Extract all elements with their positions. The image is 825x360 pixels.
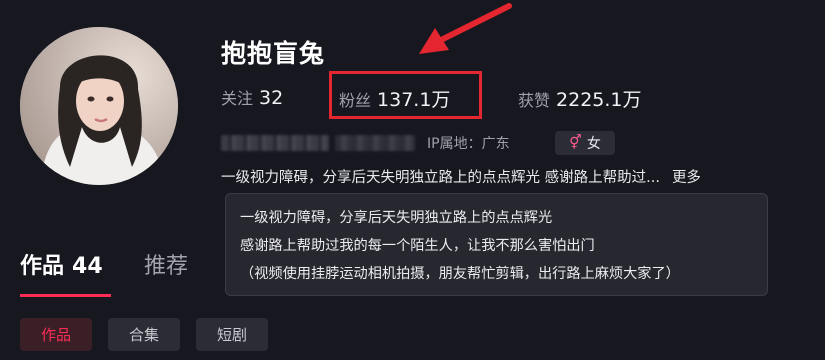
avatar[interactable]: [20, 27, 178, 185]
female-symbol-icon: ⚥: [569, 135, 582, 151]
filter-chip-short-dramas[interactable]: 短剧: [196, 318, 268, 351]
tab-recommend[interactable]: 推荐: [144, 248, 188, 280]
likes-stat: 获赞 2225.1万: [518, 85, 642, 112]
followers-highlight-box: [329, 71, 482, 119]
blurred-info: [335, 135, 415, 151]
following-label: 关注: [221, 89, 254, 108]
gender-badge: ⚥ 女: [555, 131, 615, 155]
following-count: 32: [259, 87, 284, 109]
bio-preview: 一级视力障碍，分享后天失明独立路上的点点辉光 感谢路上帮助过... 更多: [221, 166, 701, 187]
bio-text: 一级视力障碍，分享后天失明独立路上的点点辉光 感谢路上帮助过...: [221, 170, 660, 186]
following-stat[interactable]: 关注 32: [221, 85, 283, 109]
blurred-account-id: [221, 135, 329, 151]
likes-count: 2225.1万: [556, 89, 642, 111]
filter-chip-works[interactable]: 作品: [20, 318, 92, 351]
tab-works[interactable]: 作品 44: [20, 248, 103, 280]
bio-line: 一级视力障碍，分享后天失明独立路上的点点辉光: [240, 210, 553, 226]
ip-location: IP属地：广东: [427, 136, 510, 152]
filter-chip-collections[interactable]: 合集: [108, 318, 180, 351]
tab-works-label: 作品: [20, 254, 65, 279]
bio-tooltip: 一级视力障碍，分享后天失明独立路上的点点辉光 感谢路上帮助过我的每一个陌生人，让…: [225, 193, 768, 296]
bio-line: 感谢路上帮助过我的每一个陌生人，让我不那么害怕出门: [240, 238, 595, 254]
active-tab-indicator: [20, 294, 111, 297]
profile-username: 抱抱盲兔: [221, 39, 326, 68]
red-arrow-icon: [419, 3, 512, 54]
gender-label: 女: [586, 136, 601, 152]
likes-label: 获赞: [518, 91, 551, 110]
more-link[interactable]: 更多: [672, 170, 701, 186]
bio-line: （视频使用挂脖运动相机拍摄，朋友帮忙剪辑，出行路上麻烦大家了）: [240, 266, 680, 282]
tab-works-count: 44: [72, 254, 103, 279]
